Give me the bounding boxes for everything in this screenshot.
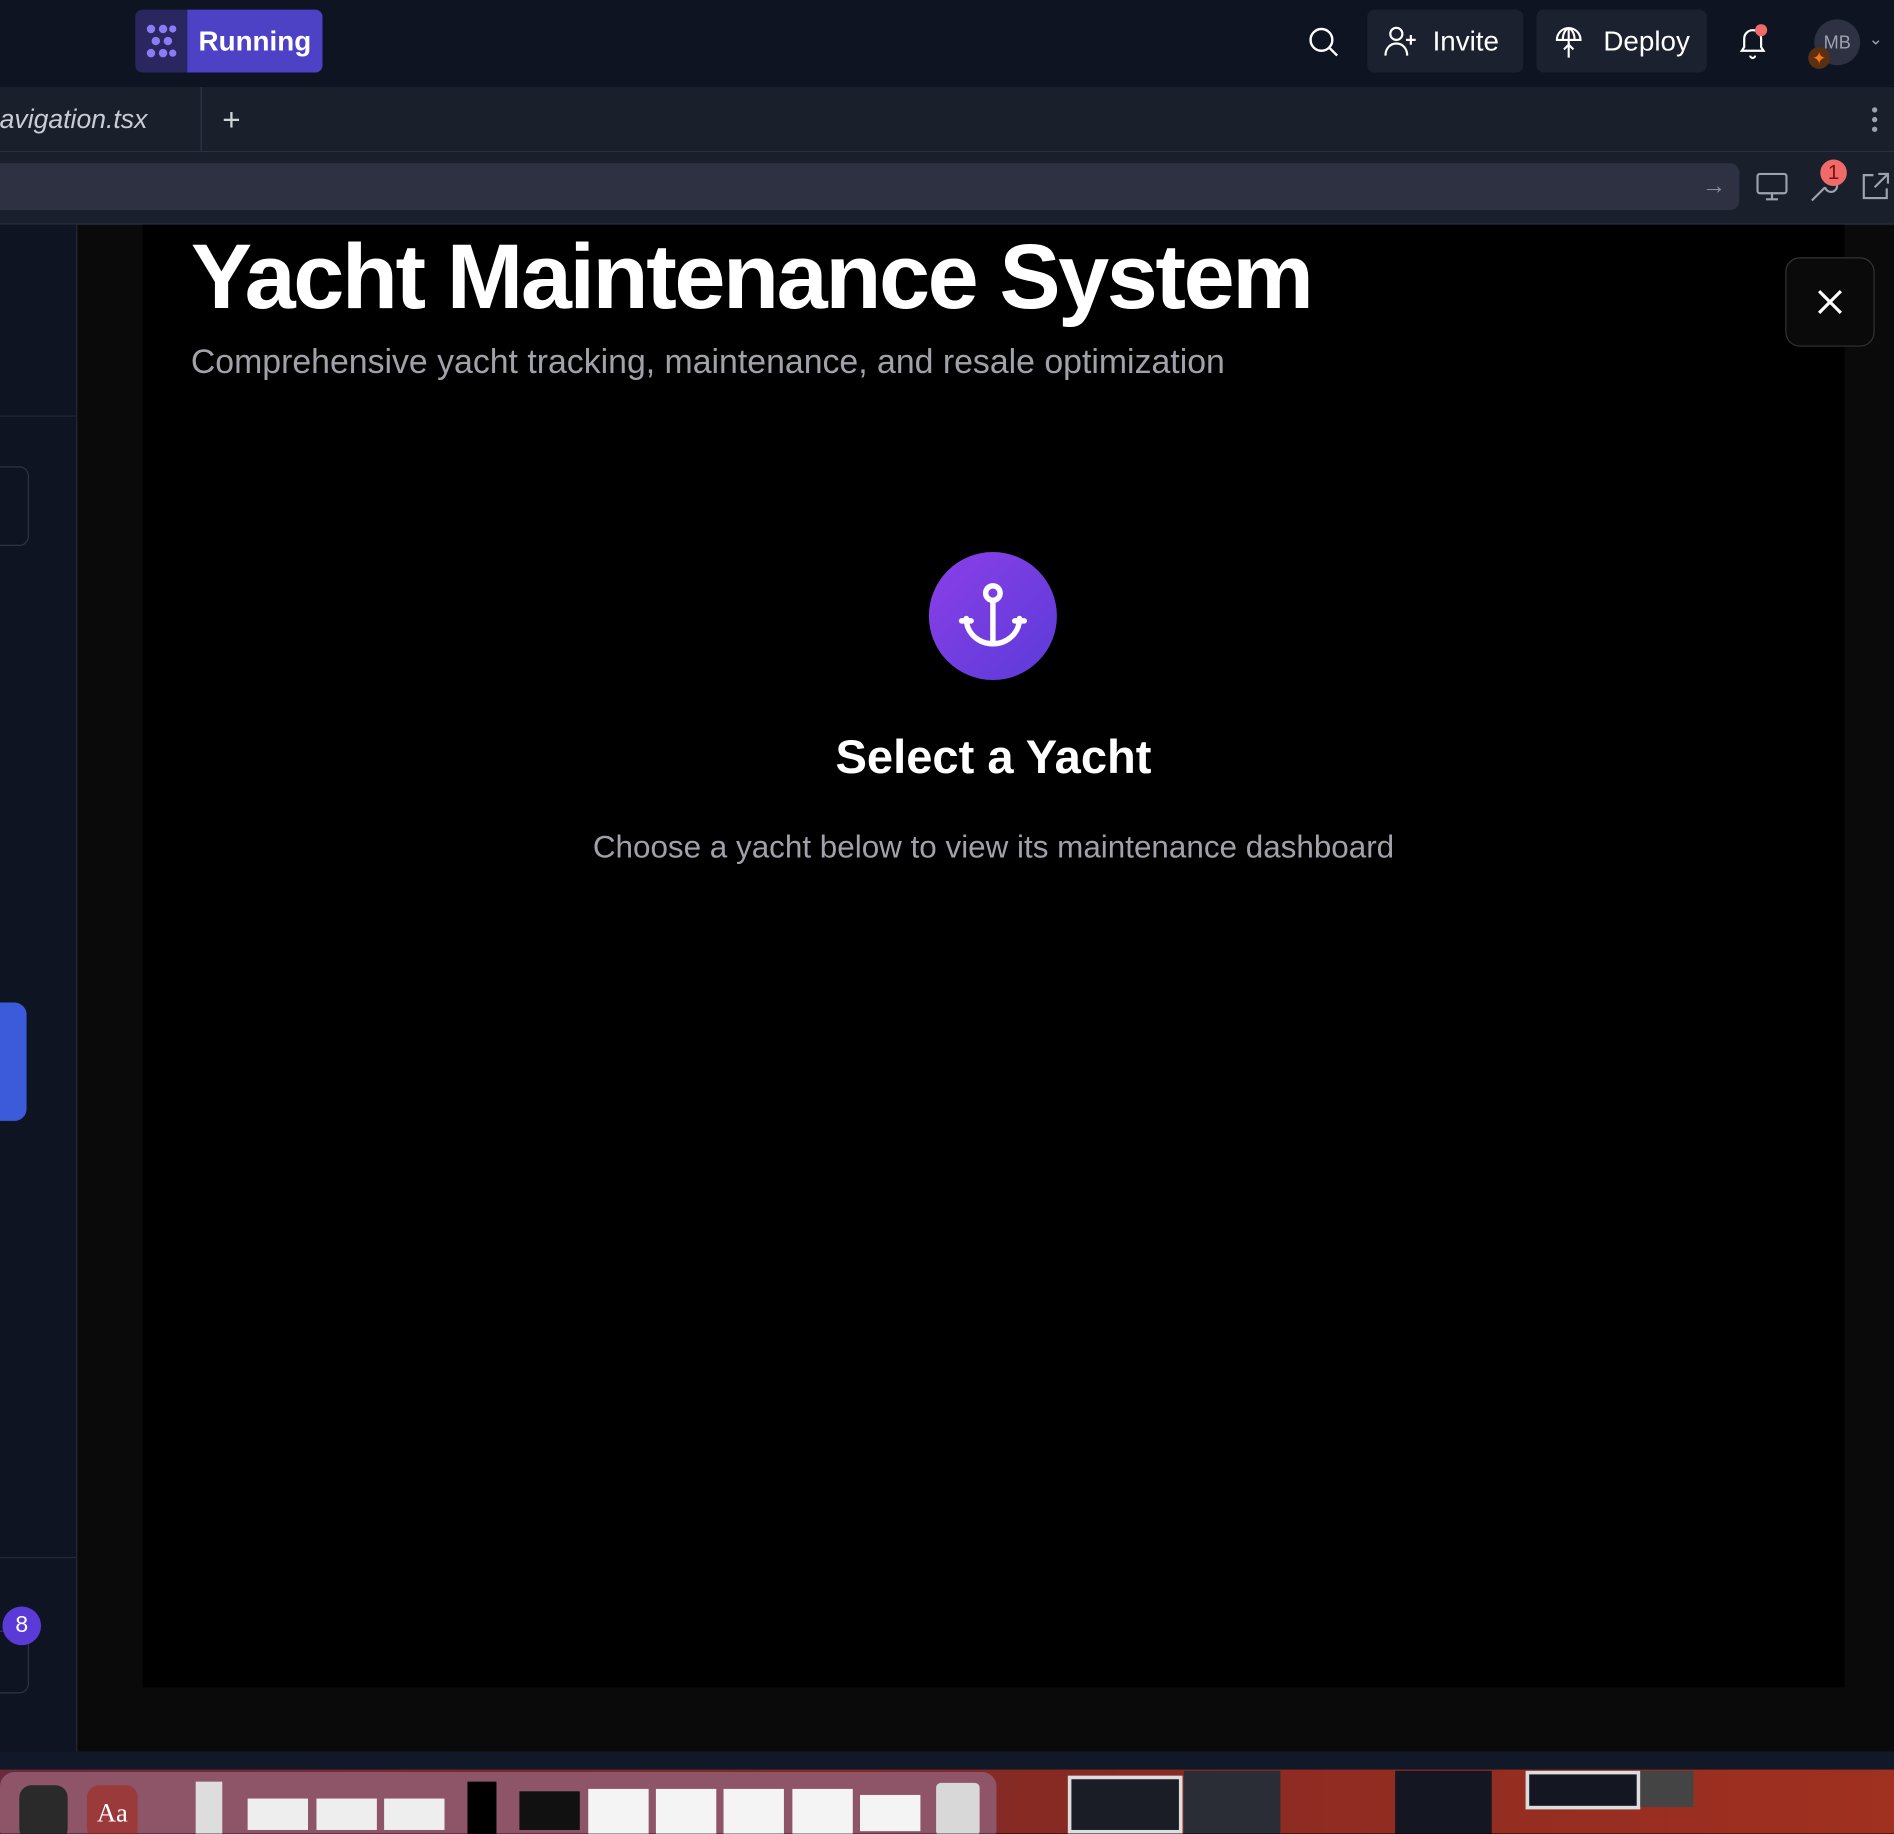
dock-document[interactable] xyxy=(316,1798,377,1830)
avatar-initials: MB xyxy=(1823,32,1851,53)
dock-document[interactable] xyxy=(655,1788,717,1834)
new-tab-plus-icon[interactable]: + xyxy=(222,101,240,138)
sidebar-active-item[interactable] xyxy=(0,1002,27,1121)
close-button[interactable] xyxy=(1785,257,1875,347)
dock-window[interactable] xyxy=(519,1791,580,1830)
desktop-window-thumbnail xyxy=(1525,1770,1641,1810)
user-plus-icon xyxy=(1384,26,1416,56)
more-options-icon[interactable] xyxy=(1871,106,1878,139)
tab-navigation-file[interactable]: avigation.tsx xyxy=(0,86,202,151)
desktop-window-thumbnail xyxy=(1183,1770,1281,1834)
divider xyxy=(0,415,77,417)
tab-label: avigation.tsx xyxy=(0,103,148,134)
dock-document[interactable] xyxy=(723,1788,784,1834)
desktop-window-thumbnail xyxy=(1067,1775,1183,1834)
open-external-icon[interactable] xyxy=(1861,172,1890,207)
desktop-window-thumbnail xyxy=(1395,1770,1492,1834)
invite-button[interactable]: Invite xyxy=(1367,9,1524,73)
left-panel xyxy=(0,224,78,1752)
sidebar-badge: 8 xyxy=(2,1606,42,1646)
dock-window[interactable] xyxy=(860,1794,921,1832)
dictionary-label: Aa xyxy=(96,1797,128,1828)
run-status-button[interactable]: Running xyxy=(187,9,323,73)
screen: Running Invite Deploy MB ✦ ⌄ avigation.t… xyxy=(0,0,1894,1834)
empty-state-title: Select a Yacht xyxy=(835,731,1152,784)
deploy-button[interactable]: Deploy xyxy=(1536,9,1707,73)
dock-document[interactable] xyxy=(588,1788,649,1834)
replit-logo-icon[interactable] xyxy=(135,9,188,73)
search-icon[interactable] xyxy=(1308,27,1339,64)
dock-document[interactable] xyxy=(384,1798,445,1830)
empty-state-description: Choose a yacht below to view its mainten… xyxy=(592,828,1395,865)
anchor-icon xyxy=(928,552,1057,681)
page-title: Yacht Maintenance System xyxy=(190,225,1314,329)
chevron-down-icon[interactable]: ⌄ xyxy=(1869,29,1883,50)
dictionary-icon[interactable]: Aa xyxy=(86,1785,138,1834)
arrow-right-icon[interactable]: → xyxy=(1702,173,1726,201)
page-subtitle: Comprehensive yacht tracking, maintenanc… xyxy=(190,343,1225,381)
dock-document[interactable] xyxy=(792,1788,853,1834)
deploy-icon xyxy=(1555,27,1582,58)
trash-icon[interactable] xyxy=(936,1782,980,1834)
app-preview xyxy=(142,224,1845,1688)
window-bottom-edge xyxy=(0,1751,1894,1770)
devtools-badge: 1 xyxy=(1820,159,1847,187)
tab-bar xyxy=(0,86,1894,153)
sparkle-icon: ✦ xyxy=(1808,47,1830,69)
deploy-label: Deploy xyxy=(1603,24,1690,57)
sidebar-item[interactable] xyxy=(0,466,29,546)
notifications-bell-icon[interactable] xyxy=(1737,24,1771,66)
monitor-icon[interactable] xyxy=(1756,172,1788,208)
divider xyxy=(0,1556,77,1559)
url-input[interactable] xyxy=(0,163,1740,211)
dock-document[interactable] xyxy=(247,1798,309,1830)
invite-label: Invite xyxy=(1432,24,1499,57)
desktop-window-thumbnail xyxy=(1640,1770,1694,1808)
dock-document[interactable] xyxy=(195,1781,223,1834)
dock-window[interactable] xyxy=(467,1781,497,1834)
quicktime-icon[interactable] xyxy=(19,1785,68,1834)
close-icon xyxy=(1817,289,1842,314)
